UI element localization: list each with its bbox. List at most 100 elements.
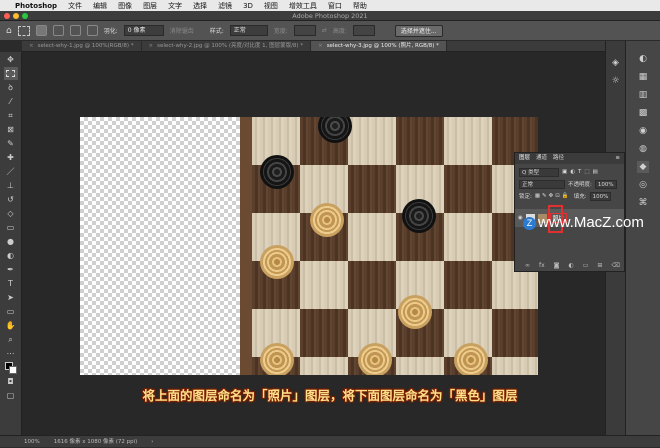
height-label: 高度:	[332, 28, 347, 35]
style-select[interactable]: 正常	[229, 25, 268, 36]
mac-menubar: Photoshop 文件 编辑 图像 图层 文字 选择 滤镜 3D 视图 增效工…	[0, 0, 660, 11]
brush-icon[interactable]: ／	[4, 165, 18, 178]
new-layer-icon[interactable]: ⊞	[597, 262, 602, 269]
fx-icon[interactable]: fx	[539, 262, 545, 269]
gradients-icon[interactable]: ▥	[637, 89, 649, 101]
eraser-icon[interactable]: ◇	[4, 207, 18, 220]
close-window-button[interactable]	[4, 13, 10, 19]
properties-icon[interactable]: ◉	[637, 125, 649, 137]
hand-icon[interactable]: ✋	[4, 319, 18, 332]
filter-icons[interactable]: ▣◐T⬚▤	[562, 169, 601, 175]
intersect-selection-button[interactable]	[86, 25, 98, 36]
status-bar: 100% 1616 像素 x 1080 像素 (72 ppi) ›	[0, 435, 660, 447]
trash-icon[interactable]: ⌫	[611, 262, 619, 269]
more-icon[interactable]: ⋯	[4, 347, 18, 360]
panel-dock: ◐ ▦ ▥ ▩ ◉ ◍ ◆ ◎ ⌘	[625, 41, 660, 435]
panel-menu-icon[interactable]: ≡	[615, 153, 620, 164]
tab-select-why-2[interactable]: × select-why-2.jpg @ 100% (亮度/对比度 1, 图层蒙版…	[142, 41, 312, 51]
menu-edit[interactable]: 编辑	[93, 1, 107, 11]
minimize-window-button[interactable]	[13, 13, 19, 19]
menu-file[interactable]: 文件	[68, 1, 82, 11]
tab-label: select-why-2.jpg @ 100% (亮度/对比度 1, 图层蒙版/…	[157, 43, 304, 49]
antialias-label[interactable]: 消除锯齿	[170, 26, 194, 35]
fill-input[interactable]: 100%	[589, 191, 612, 201]
history-brush-icon[interactable]: ↺	[4, 193, 18, 206]
tab-label: select-why-3.jpg @ 100% (照片, RGB/8) *	[326, 43, 439, 49]
watermark: Zwww.MacZ.com	[523, 214, 644, 231]
link-icon[interactable]: ∞	[525, 262, 530, 269]
select-and-mask-button[interactable]: 选择并遮住...	[394, 24, 443, 37]
menu-3d[interactable]: 3D	[243, 2, 253, 10]
subtract-selection-button[interactable]	[69, 25, 81, 36]
menu-filter[interactable]: 滤镜	[218, 1, 232, 11]
adjustments-icon[interactable]: ◍	[637, 143, 649, 155]
add-selection-button[interactable]	[52, 25, 64, 36]
new-selection-button[interactable]	[35, 25, 47, 36]
height-input[interactable]	[352, 25, 375, 36]
libraries-icon[interactable]: ◈	[610, 57, 622, 69]
stamp-icon[interactable]: ⊥	[4, 179, 18, 192]
patterns-icon[interactable]: ▩	[637, 107, 649, 119]
tab-select-why-3[interactable]: × select-why-3.jpg @ 100% (照片, RGB/8) *	[311, 41, 447, 51]
close-tab-icon[interactable]: ×	[29, 43, 34, 49]
lock-icons[interactable]: ▦✎✥⊡🔒	[535, 193, 571, 199]
gradient-icon[interactable]: ▭	[4, 221, 18, 234]
path-select-icon[interactable]: ➤	[4, 291, 18, 304]
tab-select-why-1[interactable]: × select-why-1.jpg @ 100%(RGB/8) *	[22, 41, 142, 51]
menu-view[interactable]: 视图	[264, 1, 278, 11]
zoom-level[interactable]: 100%	[24, 436, 40, 447]
menu-type[interactable]: 文字	[168, 1, 182, 11]
swap-icon[interactable]: ⇄	[322, 27, 327, 34]
cream-checker-piece	[310, 203, 344, 237]
adjust-icon[interactable]: ☼	[610, 75, 622, 87]
status-menu-arrow[interactable]: ›	[151, 436, 153, 447]
blend-mode-select[interactable]: 正常	[519, 179, 565, 189]
colors-icon[interactable]	[4, 361, 18, 374]
healing-icon[interactable]: ✚	[4, 151, 18, 164]
group-icon[interactable]: ▭	[583, 262, 589, 269]
close-tab-icon[interactable]: ×	[149, 43, 154, 49]
opacity-input[interactable]: 100%	[594, 179, 617, 189]
transparent-area	[80, 117, 240, 375]
menu-image[interactable]: 图像	[118, 1, 132, 11]
tab-layers[interactable]: 图层	[519, 153, 530, 164]
frame-icon[interactable]: ⊠	[4, 123, 18, 136]
rectangle-icon[interactable]: ▭	[4, 305, 18, 318]
layers-icon[interactable]: ◆	[637, 161, 649, 173]
feather-label: 羽化:	[103, 28, 118, 35]
mask-icon[interactable]: ◙	[554, 262, 560, 269]
menu-layer[interactable]: 图层	[143, 1, 157, 11]
move-icon[interactable]: ✥	[4, 53, 18, 66]
menu-help[interactable]: 帮助	[353, 1, 367, 11]
eyedropper-icon[interactable]: ✎	[4, 137, 18, 150]
marquee-tool-icon[interactable]	[17, 25, 30, 36]
menu-app-name[interactable]: Photoshop	[15, 2, 57, 10]
crop-icon[interactable]: ⌗	[4, 109, 18, 122]
dodge-icon[interactable]: ◐	[4, 249, 18, 262]
marquee-icon[interactable]	[3, 67, 18, 80]
color-icon[interactable]: ◐	[637, 53, 649, 65]
menu-select[interactable]: 选择	[193, 1, 207, 11]
feather-input[interactable]: 0 像素	[123, 25, 164, 36]
watermark-text: www.MacZ.com	[538, 214, 644, 231]
adjustment-layer-icon[interactable]: ◐	[569, 262, 574, 269]
home-icon[interactable]: ⌂	[6, 26, 12, 36]
tab-channels[interactable]: 通道	[536, 153, 547, 164]
layer-kind-filter[interactable]: Q 类型	[519, 167, 559, 177]
paths-icon[interactable]: ⌘	[637, 197, 649, 209]
swatches-icon[interactable]: ▦	[637, 71, 649, 83]
document-canvas[interactable]	[80, 117, 538, 375]
channels-icon[interactable]: ◎	[637, 179, 649, 191]
lasso-icon[interactable]: ꝺ	[4, 81, 18, 94]
quick-select-icon[interactable]: ⁄	[4, 95, 18, 108]
menu-plugins[interactable]: 增效工具	[289, 1, 317, 11]
pen-icon[interactable]: ✒	[4, 263, 18, 276]
type-icon[interactable]: T	[4, 277, 18, 290]
tab-paths[interactable]: 路径	[553, 153, 564, 164]
close-tab-icon[interactable]: ×	[318, 43, 323, 49]
blur-icon[interactable]: ●	[4, 235, 18, 248]
menu-window[interactable]: 窗口	[328, 1, 342, 11]
zoom-window-button[interactable]	[22, 13, 28, 19]
zoom-icon[interactable]: ⌕	[4, 333, 18, 346]
width-input[interactable]	[293, 25, 316, 36]
